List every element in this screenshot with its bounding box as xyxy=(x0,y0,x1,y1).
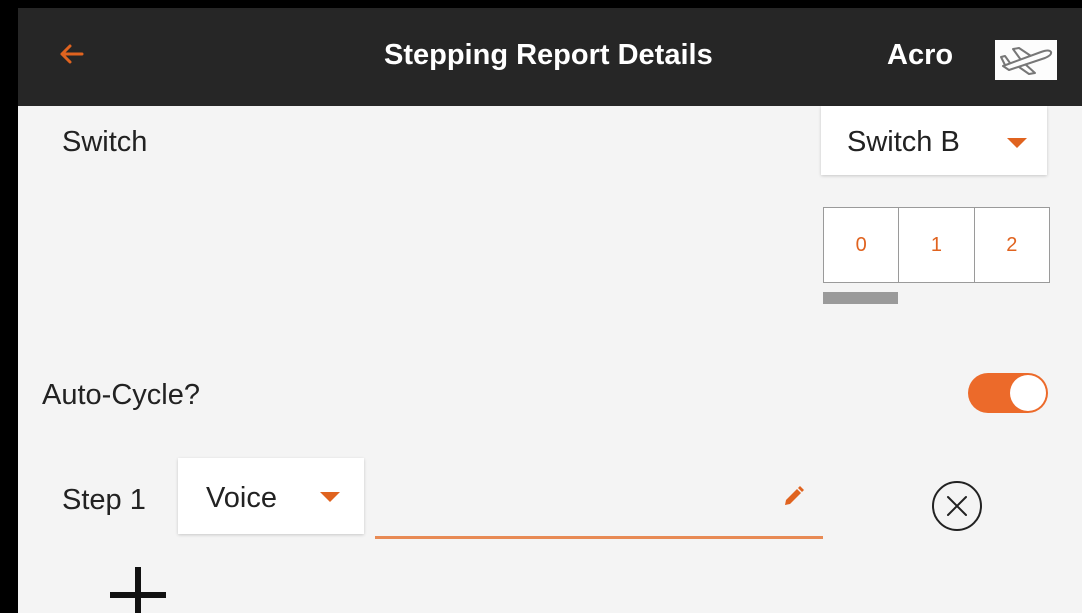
step-1-remove-button[interactable] xyxy=(929,478,985,534)
close-circle-icon xyxy=(932,481,982,531)
back-button[interactable] xyxy=(52,34,92,74)
switch-position-group: 0 1 2 xyxy=(823,207,1050,283)
step-1-value-field[interactable] xyxy=(375,470,823,539)
switch-select-value: Switch B xyxy=(847,126,960,158)
position-0-button[interactable]: 0 xyxy=(824,208,900,282)
step-1-edit-button[interactable] xyxy=(782,484,806,508)
page-title: Stepping Report Details xyxy=(384,39,713,71)
plus-icon xyxy=(110,567,166,613)
pencil-icon xyxy=(785,486,804,505)
step-1-type-value: Voice xyxy=(206,482,277,514)
switch-select[interactable]: Switch B xyxy=(821,106,1047,175)
header-bar: Stepping Report Details Acro xyxy=(18,8,1082,106)
arrow-left-icon xyxy=(60,44,84,64)
flight-mode-label: Acro xyxy=(887,39,954,71)
model-image-button[interactable] xyxy=(995,40,1057,80)
switch-label: Switch xyxy=(62,126,148,158)
airplane-icon xyxy=(1000,47,1053,75)
position-1-button[interactable]: 1 xyxy=(899,208,975,282)
add-step-button[interactable] xyxy=(108,565,168,613)
auto-cycle-label: Auto-Cycle? xyxy=(42,379,200,411)
step-1-type-select[interactable]: Voice xyxy=(178,458,364,534)
auto-cycle-toggle[interactable] xyxy=(968,373,1048,413)
step-1-label: Step 1 xyxy=(62,484,146,516)
active-position-indicator xyxy=(823,292,898,304)
caret-down-icon xyxy=(320,492,340,502)
caret-down-icon xyxy=(1007,138,1027,148)
position-2-button[interactable]: 2 xyxy=(975,208,1049,282)
toggle-knob xyxy=(1010,375,1046,411)
screen: Stepping Report Details Acro Switch Swit… xyxy=(18,8,1082,613)
